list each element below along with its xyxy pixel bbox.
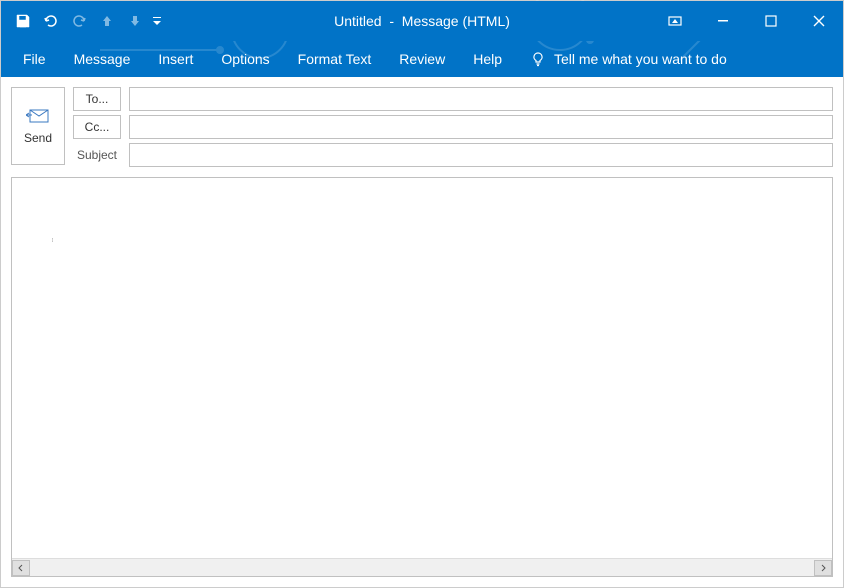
horizontal-scrollbar — [12, 558, 832, 576]
titlebar: Untitled - Message (HTML) — [1, 1, 843, 41]
cc-button[interactable]: Cc... — [73, 115, 121, 139]
send-mail-icon — [26, 107, 50, 125]
next-item-button[interactable] — [121, 7, 149, 35]
undo-button[interactable] — [37, 7, 65, 35]
close-button[interactable] — [795, 1, 843, 41]
quick-access-toolbar — [1, 7, 165, 35]
chevron-left-icon — [17, 564, 25, 572]
send-label: Send — [24, 131, 52, 145]
menubar: File Message Insert Options Format Text … — [1, 41, 843, 77]
document-name: Untitled — [334, 13, 381, 29]
previous-item-button[interactable] — [93, 7, 121, 35]
header-fields: To... Cc... Subject — [73, 87, 833, 167]
addressing-block: Send To... Cc... Subject — [11, 87, 833, 167]
message-body[interactable] — [12, 178, 832, 558]
menu-format-text[interactable]: Format Text — [284, 43, 386, 75]
cc-row: Cc... — [73, 115, 833, 139]
redo-button[interactable] — [65, 7, 93, 35]
menu-file[interactable]: File — [9, 43, 60, 75]
title-separator: - — [389, 13, 394, 29]
send-button[interactable]: Send — [11, 87, 65, 165]
compose-area: Send To... Cc... Subject — [1, 77, 843, 587]
to-row: To... — [73, 87, 833, 111]
menu-insert[interactable]: Insert — [144, 43, 207, 75]
scroll-right-button[interactable] — [814, 560, 832, 576]
minimize-button[interactable] — [699, 1, 747, 41]
menu-help[interactable]: Help — [459, 43, 516, 75]
tell-me-label: Tell me what you want to do — [554, 51, 727, 67]
app-name: Message (HTML) — [402, 13, 510, 29]
window-title: Untitled - Message (HTML) — [334, 13, 510, 29]
to-input[interactable] — [129, 87, 833, 111]
maximize-button[interactable] — [747, 1, 795, 41]
menu-message[interactable]: Message — [60, 43, 145, 75]
message-body-container — [11, 177, 833, 577]
cc-input[interactable] — [129, 115, 833, 139]
menu-review[interactable]: Review — [385, 43, 459, 75]
ribbon-display-button[interactable] — [651, 1, 699, 41]
tell-me-search[interactable]: Tell me what you want to do — [516, 43, 741, 75]
menu-options[interactable]: Options — [207, 43, 283, 75]
chevron-right-icon — [819, 564, 827, 572]
subject-label: Subject — [73, 148, 121, 162]
customize-qat-button[interactable] — [149, 7, 165, 35]
subject-row: Subject — [73, 143, 833, 167]
window-controls — [651, 1, 843, 41]
to-button[interactable]: To... — [73, 87, 121, 111]
subject-input[interactable] — [129, 143, 833, 167]
scroll-left-button[interactable] — [12, 560, 30, 576]
save-button[interactable] — [9, 7, 37, 35]
lightbulb-icon — [530, 51, 546, 67]
